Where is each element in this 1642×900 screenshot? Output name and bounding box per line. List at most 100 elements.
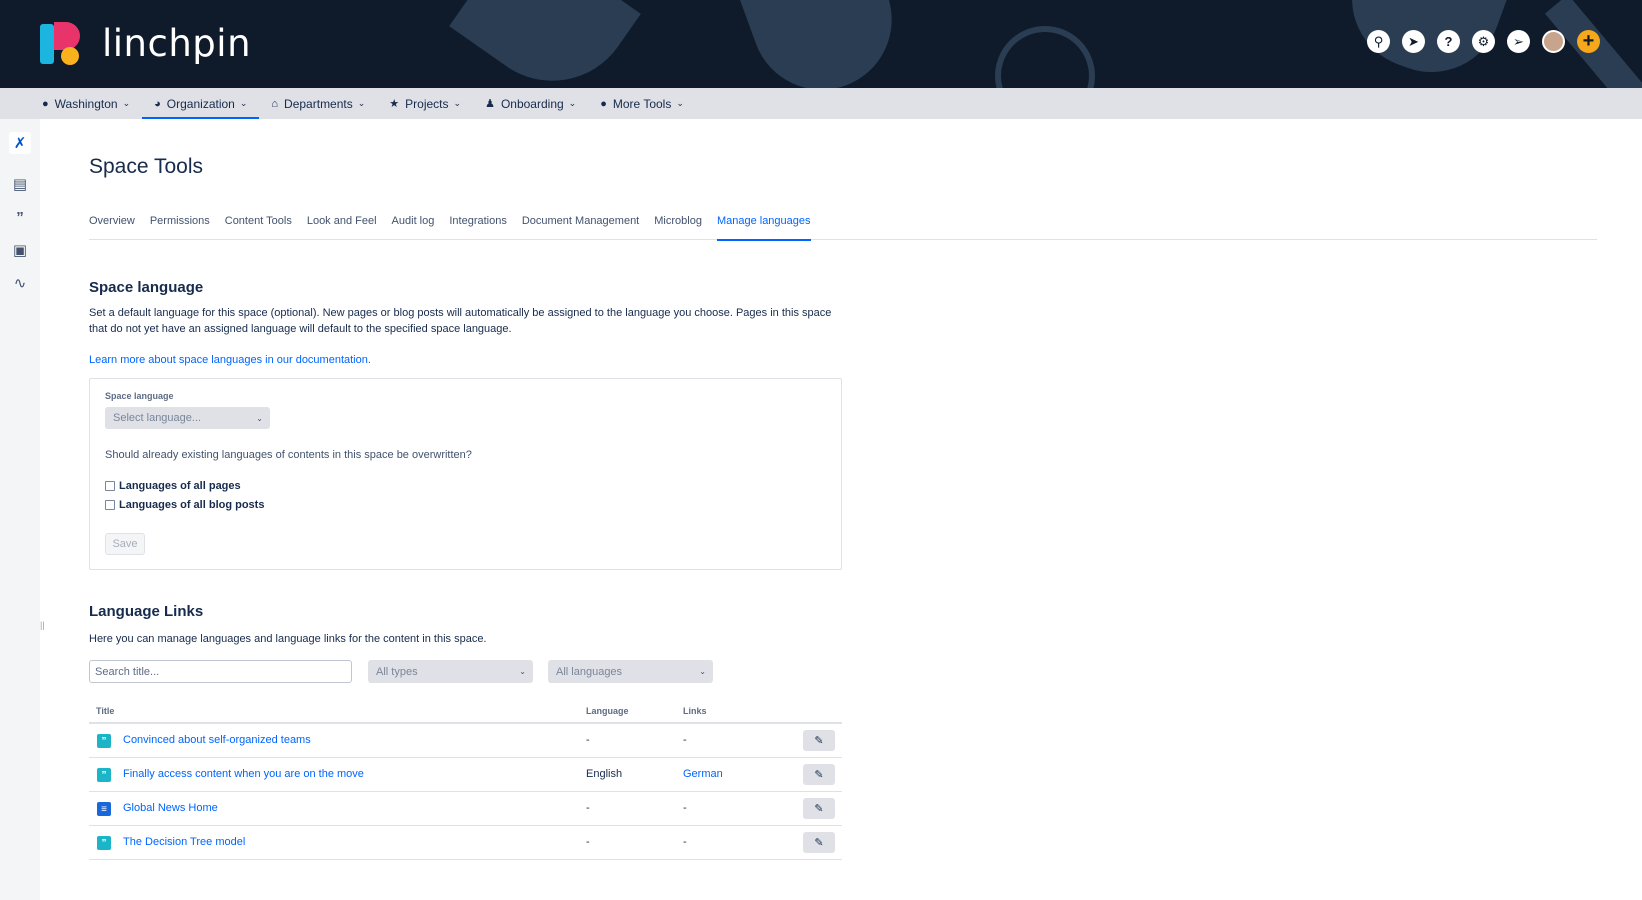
select-value: Select language... <box>113 412 202 424</box>
nav-item-label: More Tools <box>612 96 672 111</box>
edit-pencil-icon[interactable]: ✎ <box>803 832 835 853</box>
space-language-select[interactable]: Select language... ⌄ <box>105 407 270 429</box>
page-icon[interactable]: ▤ <box>9 173 31 195</box>
linchpin-logo[interactable]: linchpin <box>40 20 251 66</box>
home-icon: ⌂ <box>271 97 279 110</box>
people-icon: ♟ <box>485 98 495 110</box>
row-title-link[interactable]: Finally access content when you are on t… <box>123 768 364 780</box>
checkbox-row-blogs[interactable]: Languages of all blog posts <box>105 499 264 511</box>
nav-item-label: Projects <box>405 96 449 111</box>
inbox-icon[interactable]: ▣ <box>9 239 31 261</box>
blogs-checkbox[interactable] <box>105 500 115 510</box>
chevron-down-icon: ⌄ <box>699 667 706 676</box>
pages-checkbox[interactable] <box>105 481 115 491</box>
row-title-link[interactable]: Global News Home <box>123 802 218 814</box>
row-links: - <box>683 802 687 814</box>
nav-item-departments[interactable]: ⌂ Departments ⌄ <box>259 88 377 119</box>
edit-pencil-icon[interactable]: ✎ <box>803 798 835 819</box>
column-links: Links <box>683 706 707 716</box>
row-language: - <box>586 734 590 746</box>
tab-document-management[interactable]: Document Management <box>522 208 639 240</box>
row-title-link[interactable]: The Decision Tree model <box>123 836 245 848</box>
search-icon[interactable]: ⚲ <box>1367 30 1390 53</box>
overwrite-question: Should already existing languages of con… <box>105 449 472 461</box>
header-decoration <box>728 0 912 88</box>
chevron-down-icon: ⌄ <box>453 98 462 108</box>
avatar[interactable] <box>1542 30 1565 53</box>
chevron-down-icon: ⌄ <box>568 98 577 108</box>
app-name: linchpin <box>102 21 252 65</box>
type-filter-select[interactable]: All types ⌄ <box>368 660 533 683</box>
nav-item-label: Departments <box>284 96 353 111</box>
nav-item-organization[interactable]: ◕ Organization ⌄ <box>142 88 260 119</box>
header-actions: ⚲ ➤ ? ⚙ ➢ + <box>1367 30 1600 53</box>
nav-item-washington[interactable]: ● Washington ⌄ <box>30 88 142 119</box>
column-title: Title <box>96 706 115 716</box>
table-row: ” The Decision Tree model - - ✎ <box>89 826 842 860</box>
help-icon[interactable]: ? <box>1437 30 1460 53</box>
save-button[interactable]: Save <box>105 533 145 555</box>
tab-overview[interactable]: Overview <box>89 208 135 240</box>
space-language-description: Set a default language for this space (o… <box>89 307 832 335</box>
space-tools-tabs: Overview Permissions Content Tools Look … <box>89 208 1597 241</box>
select-value: All languages <box>556 665 623 678</box>
row-language: - <box>586 802 590 814</box>
space-language-field-label: Space language <box>105 391 174 401</box>
row-title-link[interactable]: Convinced about self-organized teams <box>123 734 311 746</box>
pages-checkbox-label: Languages of all pages <box>119 480 241 492</box>
blogs-checkbox-label: Languages of all blog posts <box>119 499 265 511</box>
page-title: Space Tools <box>89 155 204 178</box>
activity-icon[interactable]: ∿ <box>9 272 31 294</box>
compass-icon[interactable]: ➤ <box>1402 30 1425 53</box>
language-filter-select[interactable]: All languages ⌄ <box>548 660 713 683</box>
nav-item-onboarding[interactable]: ♟ Onboarding ⌄ <box>473 88 588 119</box>
settings-icon[interactable]: ⚙ <box>1472 30 1495 53</box>
quote-icon[interactable]: ” <box>9 206 31 228</box>
rocket-icon[interactable]: ➢ <box>1507 30 1530 53</box>
edit-pencil-icon[interactable]: ✎ <box>803 730 835 751</box>
search-title-input[interactable]: Search title... <box>89 660 352 683</box>
space-language-heading: Space language <box>89 279 204 296</box>
checkbox-row-pages[interactable]: Languages of all pages <box>105 480 241 492</box>
top-header: linchpin ⚲ ➤ ? ⚙ ➢ + <box>0 0 1642 88</box>
column-language: Language <box>586 706 629 716</box>
blog-post-icon: ” <box>97 768 111 782</box>
plus-icon[interactable]: + <box>1577 30 1600 53</box>
header-decoration <box>995 26 1095 88</box>
blog-post-icon: ” <box>97 836 111 850</box>
page-icon: ≡ <box>97 802 111 816</box>
star-icon: ★ <box>389 98 400 110</box>
table-header: Title Language Links <box>89 699 842 724</box>
tab-microblog[interactable]: Microblog <box>654 208 702 240</box>
row-links: - <box>683 836 687 848</box>
chevron-down-icon: ⌄ <box>519 667 526 676</box>
select-value: All types <box>376 665 418 678</box>
row-links: - <box>683 734 687 746</box>
tab-manage-languages[interactable]: Manage languages <box>716 208 811 241</box>
language-links-description: Here you can manage languages and langua… <box>89 633 487 645</box>
sidebar-resize-handle[interactable]: || <box>40 620 45 632</box>
globe-icon: ◕ <box>154 97 161 110</box>
chevron-down-icon: ⌄ <box>357 98 366 108</box>
nav-item-projects[interactable]: ★ Projects ⌄ <box>377 88 473 119</box>
edit-pencil-icon[interactable]: ✎ <box>803 764 835 785</box>
confluence-icon[interactable]: ✗ <box>9 132 31 154</box>
chevron-down-icon: ⌄ <box>239 98 248 108</box>
location-pin-icon: ● <box>42 97 49 110</box>
tab-audit-log[interactable]: Audit log <box>392 208 435 240</box>
tab-integrations[interactable]: Integrations <box>449 208 506 240</box>
tab-permissions[interactable]: Permissions <box>150 208 210 240</box>
tab-content-tools[interactable]: Content Tools <box>225 208 292 240</box>
header-decoration <box>449 0 641 88</box>
tab-look-and-feel[interactable]: Look and Feel <box>307 208 377 240</box>
nav-item-label: Organization <box>166 96 235 111</box>
row-links-link[interactable]: German <box>683 768 723 780</box>
chevron-down-icon: ⌄ <box>256 413 263 423</box>
table-row: ” Convinced about self-organized teams -… <box>89 724 842 758</box>
blog-post-icon: ” <box>97 734 111 748</box>
nav-item-more-tools[interactable]: ● More Tools ⌄ <box>588 88 696 119</box>
search-placeholder: Search title... <box>95 665 160 678</box>
chevron-down-icon: ⌄ <box>122 98 131 108</box>
main-navigation: ● Washington ⌄ ◕ Organization ⌄ ⌂ Depart… <box>0 88 1642 119</box>
documentation-link[interactable]: Learn more about space languages in our … <box>89 352 849 368</box>
